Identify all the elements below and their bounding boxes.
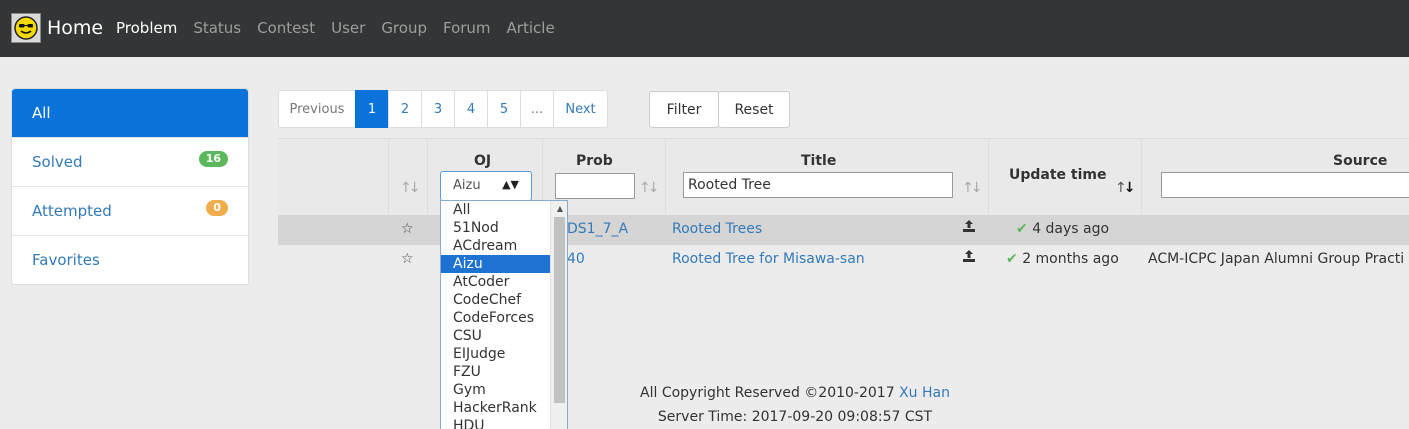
- dropdown-caret-icon: ▲▼: [502, 178, 519, 191]
- filter-button[interactable]: Filter: [649, 91, 719, 128]
- sidebar-item-label: Solved: [32, 153, 83, 171]
- dropdown-scrollbar[interactable]: ▲: [550, 201, 567, 429]
- oj-option[interactable]: CodeForces: [441, 309, 551, 327]
- update-time-text: 4 days ago: [1032, 221, 1110, 237]
- reset-button[interactable]: Reset: [718, 91, 790, 128]
- copyright-line: All Copyright Reserved ©2010-2017 Xu Han: [560, 385, 1030, 401]
- previous-page-button[interactable]: Previous: [278, 90, 356, 128]
- column-divider: [427, 138, 428, 214]
- scroll-up-arrow-icon[interactable]: ▲: [557, 204, 563, 213]
- brand-label: Home: [47, 17, 104, 39]
- oj-option[interactable]: Gym: [441, 381, 551, 399]
- update-time-cell: ✔ 4 days ago: [1016, 221, 1109, 237]
- next-page-button[interactable]: Next: [553, 90, 608, 128]
- column-divider: [388, 138, 389, 214]
- author-link[interactable]: Xu Han: [899, 385, 950, 401]
- scrollbar-thumb[interactable]: [554, 217, 565, 403]
- prob-id-link[interactable]: DS1_7_A: [567, 221, 628, 237]
- oj-option[interactable]: EIJudge: [441, 345, 551, 363]
- oj-option[interactable]: HDU: [441, 417, 551, 429]
- source-filter-input[interactable]: [1161, 172, 1409, 198]
- attempted-count-badge: 0: [206, 200, 228, 216]
- title-column-header: Title: [801, 153, 837, 169]
- main-nav: Problem Status Contest User Group Forum …: [116, 19, 571, 37]
- update-time-cell: ✔ 2 months ago: [1006, 251, 1119, 267]
- oj-option[interactable]: HackerRank: [441, 399, 551, 417]
- oj-option[interactable]: CodeChef: [441, 291, 551, 309]
- column-divider: [1141, 138, 1142, 214]
- page-1-button[interactable]: 1: [355, 90, 389, 128]
- solved-count-badge: 16: [198, 151, 228, 167]
- prob-sort-icon[interactable]: ↑↓: [639, 180, 660, 196]
- top-navbar: Home Problem Status Contest User Group F…: [0, 0, 1409, 57]
- column-divider: [665, 138, 666, 214]
- problem-title-link[interactable]: Rooted Tree for Misawa-san: [672, 251, 865, 267]
- oj-option-selected[interactable]: Aizu: [441, 255, 551, 273]
- sidebar-item-label: All: [32, 104, 51, 122]
- oj-column-header: OJ: [474, 153, 492, 169]
- smiley-logo-icon: [11, 13, 41, 43]
- server-time: Server Time: 2017-09-20 09:08:57 CST: [657, 409, 933, 425]
- sidebar-item-solved[interactable]: Solved 16: [12, 137, 248, 186]
- title-sort-icon[interactable]: ↑↓: [962, 180, 983, 196]
- page-2-button[interactable]: 2: [388, 90, 422, 128]
- oj-option[interactable]: AtCoder: [441, 273, 551, 291]
- column-divider: [988, 138, 989, 214]
- title-filter-input[interactable]: [683, 172, 953, 198]
- check-icon: ✔: [1006, 251, 1018, 267]
- nav-article[interactable]: Article: [507, 19, 555, 37]
- prob-id-link[interactable]: 40: [567, 251, 585, 267]
- nav-group[interactable]: Group: [381, 19, 427, 37]
- home-link[interactable]: Home: [11, 13, 103, 43]
- nav-problem[interactable]: Problem: [116, 19, 177, 37]
- update-time-text: 2 months ago: [1022, 251, 1119, 267]
- favorite-star-icon[interactable]: ☆: [401, 251, 414, 267]
- oj-select[interactable]: Aizu ▲▼: [440, 171, 532, 201]
- sidebar-item-all[interactable]: All: [12, 89, 248, 137]
- upload-icon[interactable]: [962, 249, 976, 267]
- update-time-column-header: Update time: [1009, 167, 1107, 183]
- oj-dropdown-list[interactable]: All 51Nod ACdream Aizu AtCoder CodeChef …: [440, 200, 568, 429]
- favorite-star-icon[interactable]: ☆: [401, 221, 414, 237]
- upload-icon[interactable]: [962, 219, 976, 237]
- check-icon: ✔: [1016, 221, 1028, 237]
- sidebar-item-favorites[interactable]: Favorites: [12, 235, 248, 284]
- prob-filter-input[interactable]: [555, 173, 635, 199]
- oj-option[interactable]: 51Nod: [441, 219, 551, 237]
- oj-option[interactable]: CSU: [441, 327, 551, 345]
- problem-title-link[interactable]: Rooted Trees: [672, 221, 762, 237]
- oj-option[interactable]: All: [441, 201, 551, 219]
- nav-forum[interactable]: Forum: [443, 19, 491, 37]
- page-ellipsis: ...: [520, 90, 554, 128]
- sidebar-item-label: Favorites: [32, 251, 100, 269]
- page-3-button[interactable]: 3: [421, 90, 455, 128]
- oj-option[interactable]: FZU: [441, 363, 551, 381]
- source-cell: ACM-ICPC Japan Alumni Group Practi: [1148, 251, 1405, 267]
- nav-contest[interactable]: Contest: [257, 19, 315, 37]
- sort-icon[interactable]: ↑↓: [400, 180, 421, 196]
- pagination: Previous 1 2 3 4 5 ... Next: [278, 90, 608, 128]
- source-column-header: Source: [1333, 153, 1388, 169]
- page-5-button[interactable]: 5: [487, 90, 521, 128]
- oj-selected-value: Aizu: [453, 178, 481, 193]
- problem-filter-sidebar: All Solved 16 Attempted 0 Favorites: [11, 88, 249, 285]
- prob-column-header: Prob: [576, 153, 613, 169]
- nav-user[interactable]: User: [331, 19, 365, 37]
- page-4-button[interactable]: 4: [454, 90, 488, 128]
- oj-option[interactable]: ACdream: [441, 237, 551, 255]
- sidebar-item-attempted[interactable]: Attempted 0: [12, 186, 248, 235]
- update-time-sort-desc-icon[interactable]: ↑↓: [1115, 180, 1135, 196]
- sidebar-item-label: Attempted: [32, 202, 112, 220]
- nav-status[interactable]: Status: [193, 19, 241, 37]
- copyright-text: All Copyright Reserved ©2010-2017: [640, 385, 895, 401]
